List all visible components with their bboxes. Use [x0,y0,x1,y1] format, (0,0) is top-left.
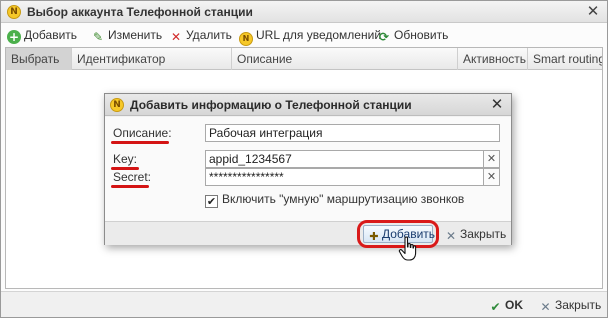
window-close-icon[interactable]: ✕ [585,3,601,19]
app-logo-icon: N [110,98,124,112]
window-title: Выбор аккаунта Телефонной станции [27,5,253,19]
hand-cursor-icon [398,236,417,261]
delete-icon: ✕ [170,30,182,44]
column-header[interactable]: Выбрать [6,48,72,70]
main-close-label: Закрыть [555,298,602,312]
add-icon: + [7,30,21,44]
smart-routing-label: Включить "умную" маршрутизацию звонков [222,192,465,206]
secret-label: Secret: [113,170,152,184]
annotation-underline [111,185,149,188]
edit-button[interactable]: ✎ Изменить [91,27,163,44]
clear-icon[interactable]: ✕ [484,168,500,186]
url-icon: N [239,32,253,46]
ok-button-label: OK [505,298,523,312]
app-logo-icon: N [7,5,21,19]
add-phone-station-dialog: N Добавить информацию о Телефонной станц… [104,93,512,248]
add-button-label: Добавить [24,28,78,42]
description-label: Описание: [113,126,172,140]
main-close-button[interactable]: ✕ Закрыть [539,297,602,314]
close-icon: ✕ [445,229,457,243]
ok-icon: ✔ [490,300,501,314]
column-header[interactable]: Описание [232,48,458,70]
clear-icon[interactable]: ✕ [484,150,500,168]
close-icon: ✕ [540,300,551,314]
delete-button-label: Удалить [186,28,232,42]
secret-field[interactable]: **************** [205,168,484,186]
dialog-title: Добавить информацию о Телефонной станции [130,98,412,112]
add-button[interactable]: + Добавить [7,27,78,44]
refresh-button[interactable]: ⟳ Обновить [377,27,449,44]
column-header[interactable]: Идентификатор [72,48,232,70]
table-header: Выбрать Идентификатор Описание Активност… [6,48,602,70]
dialog-close-icon[interactable]: ✕ [489,96,505,112]
dialog-body: Описание: Рабочая интеграция Key: appid_… [105,117,511,221]
column-header[interactable]: Smart routing [528,48,602,70]
smart-routing-checkbox[interactable]: ✔ Включить "умную" маршрутизацию звонков [205,191,465,208]
checkbox-icon[interactable]: ✔ [205,195,218,208]
key-label: Key: [113,152,138,166]
url-button[interactable]: N URL для уведомлений [239,27,382,46]
main-title-bar: N Выбор аккаунта Телефонной станции ✕ [1,1,607,23]
column-header[interactable]: Активность [458,48,528,70]
status-bar: ✔ OK ✕ Закрыть [1,291,607,317]
description-field[interactable]: Рабочая интеграция [205,124,500,142]
key-field[interactable]: appid_1234567 [205,150,484,168]
dialog-close-label: Закрыть [460,227,507,241]
url-button-label: URL для уведомлений [256,28,382,42]
refresh-icon: ⟳ [378,30,390,44]
add-record-icon: ✚ [369,230,379,243]
edit-button-label: Изменить [108,28,163,42]
pencil-icon: ✎ [92,30,104,44]
annotation-underline [111,141,169,144]
toolbar: + Добавить ✎ Изменить ✕ Удалить N URL для ув… [1,24,607,46]
dialog-footer: ✚ Добавить ✕ Закрыть [105,220,511,248]
refresh-button-label: Обновить [394,28,449,42]
dialog-title-bar: N Добавить информацию о Телефонной станц… [105,94,511,116]
ok-button[interactable]: ✔ OK [489,297,523,314]
dialog-close-button[interactable]: ✕ Закрыть [445,226,507,243]
delete-button[interactable]: ✕ Удалить [169,27,232,44]
